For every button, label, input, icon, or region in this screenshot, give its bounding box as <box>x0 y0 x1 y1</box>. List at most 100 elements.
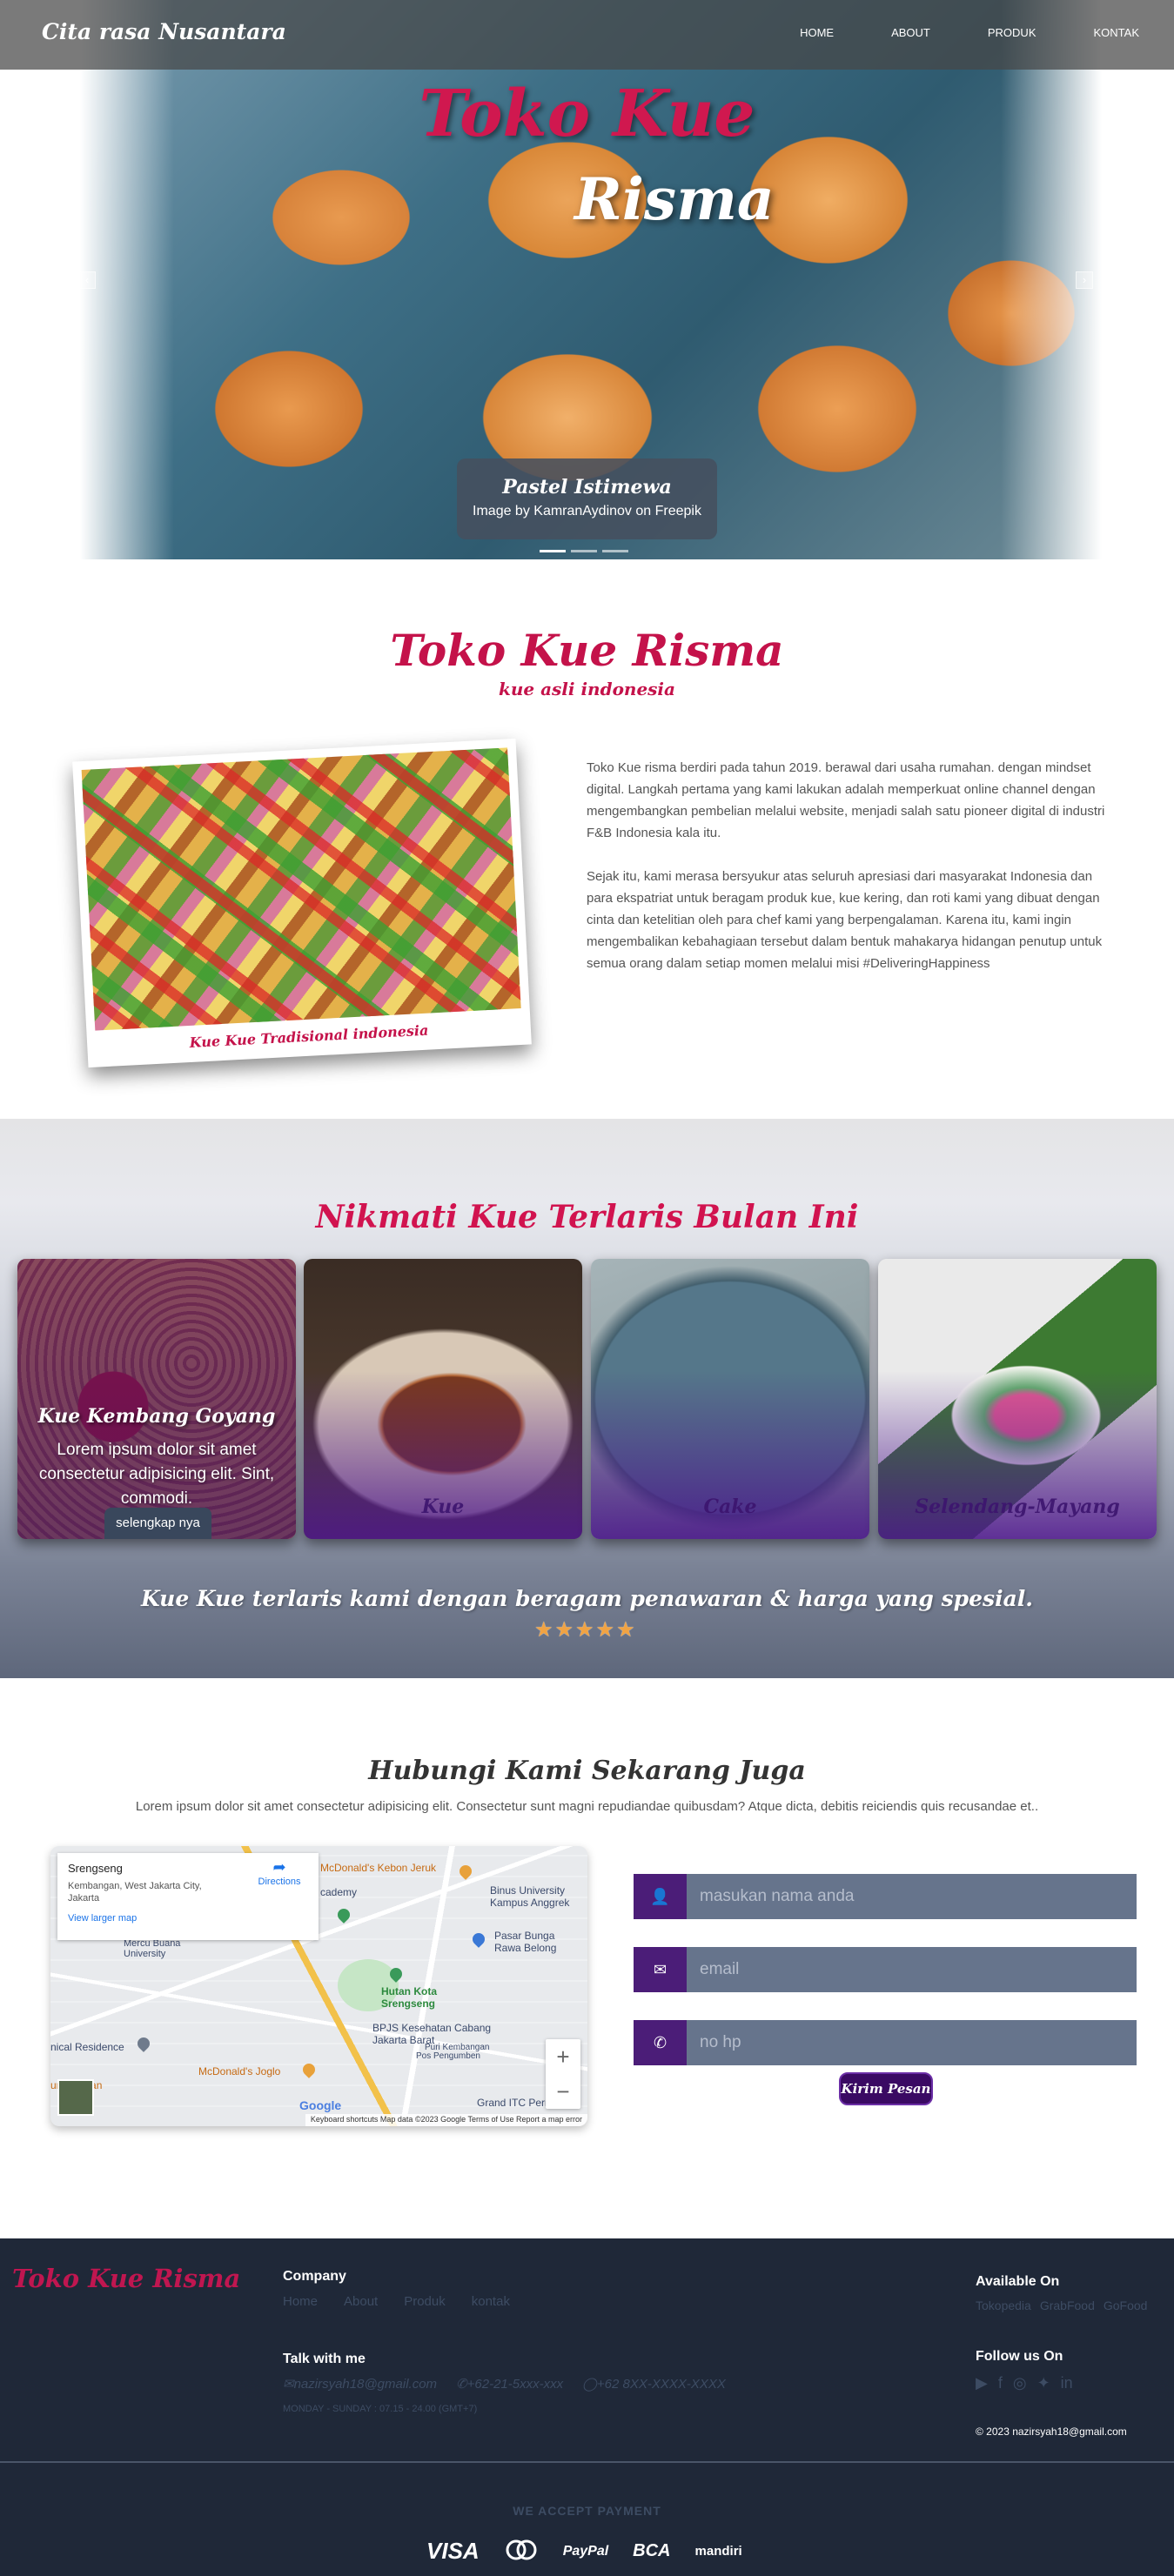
footer-phone[interactable]: ✆+62-21-5xxx-xxx <box>456 2376 563 2392</box>
nav-item-about[interactable]: ABOUT <box>891 26 930 39</box>
available-gofood[interactable]: GoFood <box>1104 2298 1148 2312</box>
map-pin-icon[interactable] <box>470 1930 487 1948</box>
carousel-indicator-3[interactable] <box>602 550 628 552</box>
send-message-button[interactable]: Kirim Pesan <box>839 2072 933 2105</box>
payment-heading: WE ACCEPT PAYMENT <box>513 2504 661 2518</box>
hero-carousel: Toko Kue Risma ‹ › Pastel Istimewa Image… <box>0 0 1174 559</box>
view-larger-map-link[interactable]: View larger map <box>68 1913 308 1924</box>
footer-available-list: Tokopedia GrabFood GoFood <box>976 2298 1147 2312</box>
email-input[interactable]: email <box>687 1947 1137 1992</box>
best-seller-tagline: Kue Kue terlaris kami dengan beragam pen… <box>140 1586 1034 1611</box>
product-card-kembang-goyang[interactable]: Kue Kembang Goyang Lorem ipsum dolor sit… <box>17 1259 296 1539</box>
star-icon: ★ <box>554 1618 574 1642</box>
footer-link-kontak[interactable]: kontak <box>472 2294 510 2309</box>
name-input[interactable]: masukan nama anda <box>687 1874 1137 1919</box>
phone-input[interactable]: no hp <box>687 2020 1137 2065</box>
footer-link-home[interactable]: Home <box>283 2294 318 2309</box>
about-photo: Kue Kue Tradisional indonesia <box>72 738 532 1068</box>
caption-title: Pastel Istimewa <box>502 476 672 498</box>
about-subtitle: kue asli indonesia <box>498 679 675 699</box>
map-attribution[interactable]: Keyboard shortcuts Map data ©2023 Google… <box>305 2114 587 2126</box>
best-seller-title: Nikmati Kue Terlaris Bulan Ini <box>315 1199 859 1235</box>
youtube-icon[interactable]: ▶ <box>976 2374 988 2392</box>
product-name: Kue Kembang Goyang <box>37 1405 276 1428</box>
map-label: McDonald's Kebon Jeruk <box>320 1862 437 1874</box>
zoom-out-button[interactable]: − <box>546 2074 580 2109</box>
traditional-cakes-image <box>81 747 521 1031</box>
carousel-next-button[interactable]: › <box>1076 271 1093 289</box>
phone-icon: ✆ <box>456 2377 467 2392</box>
map-directions-button[interactable]: ➦ Directions <box>252 1858 306 1887</box>
map-pin-icon[interactable] <box>335 1906 352 1924</box>
bca-logo: BCA <box>633 2541 671 2560</box>
star-icon: ★ <box>575 1618 594 1642</box>
zoom-in-button[interactable]: + <box>546 2039 580 2074</box>
caption-credit: Image by KamranAydinov on Freepik <box>473 504 701 519</box>
hero-title-line1: Toko Kue <box>419 77 755 151</box>
nav-item-home[interactable]: HOME <box>800 26 834 39</box>
star-icon: ★ <box>616 1618 635 1642</box>
rating-stars: ★ ★ ★ ★ ★ <box>534 1617 635 1643</box>
mastercard-logo <box>504 2539 539 2563</box>
embedded-map[interactable]: McDonald's Kebon Jeruk Binus University … <box>50 1846 587 2126</box>
product-card-selendang-mayang[interactable]: Selendang-Mayang <box>878 1259 1157 1539</box>
twitter-icon[interactable]: ✦ <box>1037 2374 1050 2392</box>
paypal-logo: PayPal <box>562 2543 609 2559</box>
footer-copyright: © 2023 nazirsyah18@gmail.com <box>976 2425 1127 2438</box>
linkedin-icon[interactable]: in <box>1061 2374 1073 2392</box>
product-card-kue[interactable]: Kue <box>304 1259 582 1539</box>
map-label: McDonald's Joglo <box>198 2065 281 2078</box>
brand-logo[interactable]: Cita rasa Nusantara <box>42 19 286 44</box>
footer-contact-list: ✉nazirsyah18@gmail.com ✆+62-21-5xxx-xxx … <box>283 2376 726 2392</box>
mandiri-logo: mandiri <box>694 2544 742 2559</box>
footer-link-produk[interactable]: Produk <box>404 2294 446 2309</box>
social-links: ▶ f ◎ ✦ in <box>976 2374 1073 2392</box>
carousel-indicator-1[interactable] <box>540 550 566 552</box>
about-title: Toko Kue Risma <box>390 625 784 676</box>
star-icon: ★ <box>595 1618 615 1642</box>
footer-email[interactable]: ✉nazirsyah18@gmail.com <box>283 2376 437 2392</box>
instagram-icon[interactable]: ◎ <box>1013 2374 1027 2392</box>
chat-bubble-icon: ◯ <box>582 2377 597 2392</box>
directions-icon: ➦ <box>272 1858 286 1876</box>
footer-follow-heading: Follow us On <box>976 2349 1063 2364</box>
map-place-address: Kembangan, West Jakarta City, Jakarta <box>68 1881 202 1904</box>
footer-logo[interactable]: Toko Kue Risma <box>12 2264 240 2293</box>
nav-item-produk[interactable]: PRODUK <box>988 26 1036 39</box>
star-icon: ★ <box>534 1618 553 1642</box>
footer-talk-heading: Talk with me <box>283 2352 366 2366</box>
facebook-icon[interactable]: f <box>998 2374 1003 2392</box>
map-layer-toggle[interactable] <box>57 2079 94 2116</box>
product-card-cake[interactable]: Cake <box>591 1259 869 1539</box>
carousel-caption: Pastel Istimewa Image by KamranAydinov o… <box>457 458 717 539</box>
nav-item-kontak[interactable]: KONTAK <box>1094 26 1140 39</box>
footer-divider <box>0 2461 1174 2463</box>
google-logo: Google <box>299 2098 342 2112</box>
map-label: cademy <box>320 1886 358 1898</box>
product-name: Selendang-Mayang <box>915 1495 1120 1518</box>
footer-whatsapp[interactable]: ◯+62 8XX-XXXX-XXXX <box>582 2376 726 2392</box>
map-pin-icon[interactable] <box>300 2061 318 2078</box>
map-label: Hutan Kota Srengseng <box>381 1985 437 2010</box>
available-grabfood[interactable]: GrabFood <box>1040 2298 1095 2312</box>
chevron-right-icon: › <box>1082 273 1087 286</box>
carousel-prev-button[interactable]: ‹ <box>78 271 96 289</box>
phone-field: ✆ no hp <box>634 2020 1137 2065</box>
footer-link-about[interactable]: About <box>344 2294 378 2309</box>
map-label: Mercu Buana University <box>124 1938 181 1959</box>
map-zoom-controls: + − <box>546 2039 580 2109</box>
map-label: Pos Pengumben <box>416 2051 480 2061</box>
nav-menu: HOME ABOUT PRODUK KONTAK <box>742 26 1139 39</box>
product-detail-button[interactable]: selengkap nya <box>104 1508 211 1539</box>
payment-logos: VISA PayPal BCA mandiri <box>426 2538 742 2565</box>
map-label: Binus University Kampus Anggrek <box>490 1884 570 1909</box>
product-description: Lorem ipsum dolor sit amet consectetur a… <box>38 1441 275 1508</box>
footer-company-links: Home About Produk kontak <box>283 2294 510 2309</box>
map-pin-icon[interactable] <box>135 2035 152 2052</box>
about-paragraph-1: Toko Kue risma berdiri pada tahun 2019. … <box>587 760 1105 840</box>
chevron-left-icon: ‹ <box>84 273 90 286</box>
carousel-indicator-2[interactable] <box>571 550 597 552</box>
about-text: Toko Kue risma berdiri pada tahun 2019. … <box>587 757 1119 996</box>
map-pin-icon[interactable] <box>457 1863 474 1880</box>
available-tokopedia[interactable]: Tokopedia <box>976 2298 1031 2312</box>
